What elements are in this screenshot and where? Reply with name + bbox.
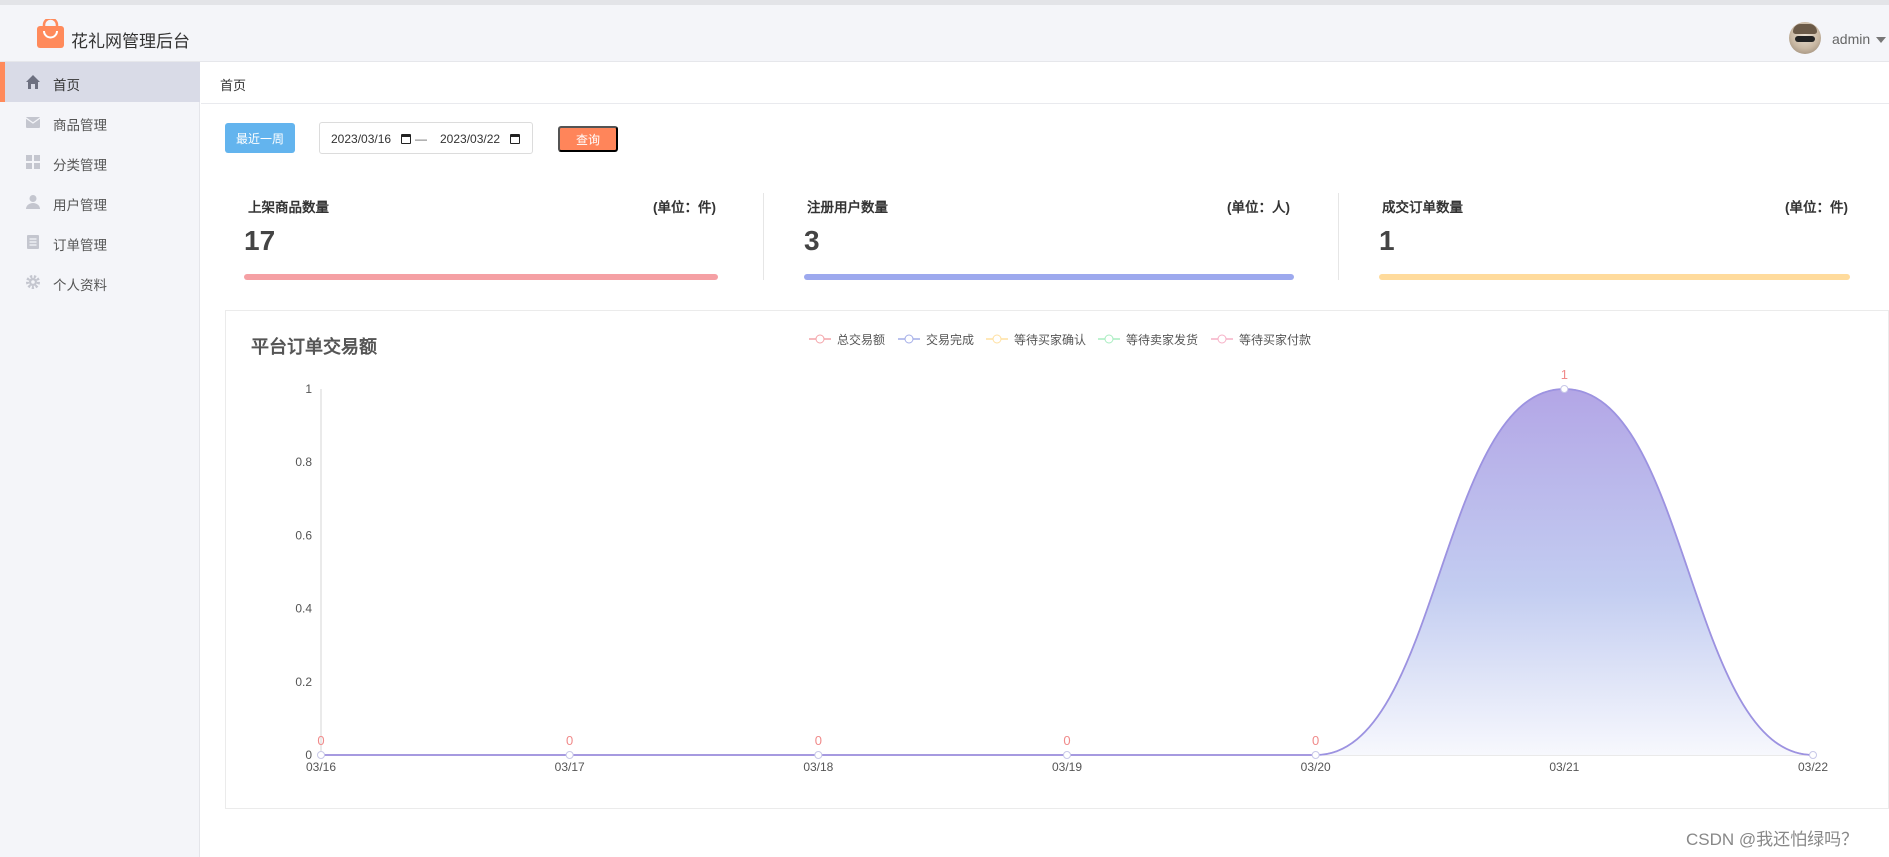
app-title: 花礼网管理后台	[71, 32, 190, 51]
y-tick-label: 1	[305, 382, 312, 396]
stat-value: 3	[804, 225, 820, 256]
data-point	[1809, 751, 1817, 759]
home-icon	[26, 75, 40, 89]
date-separator: —	[415, 132, 427, 146]
document-icon	[27, 235, 39, 249]
sidebar-item-label: 商品管理	[53, 118, 107, 133]
data-point	[1311, 751, 1320, 759]
data-label: 1	[1561, 367, 1568, 382]
watermark: CSDN @我还怕绿吗？	[1686, 830, 1859, 849]
sidebar-item-users[interactable]: 用户管理	[0, 182, 200, 222]
end-date-input[interactable]: 2023/03/22	[440, 132, 500, 146]
recent-week-button[interactable]: 最近一周	[225, 123, 295, 153]
sidebar-item-categories[interactable]: 分类管理	[0, 142, 200, 182]
calendar-icon[interactable]	[401, 134, 411, 144]
start-date-input[interactable]: 2023/03/16	[331, 132, 391, 146]
data-label: 0	[815, 733, 822, 748]
data-point	[565, 751, 574, 759]
shopping-bag-icon	[37, 19, 64, 48]
mail-icon	[25, 117, 41, 128]
series-area	[321, 389, 1813, 755]
data-label: 0	[1063, 733, 1070, 748]
x-tick-label: 03/21	[1549, 760, 1579, 774]
stat-unit: (单位：人)	[1227, 200, 1290, 215]
data-label: 0	[1312, 733, 1319, 748]
x-tick-label: 03/22	[1798, 760, 1828, 774]
x-tick-label: 03/19	[1052, 760, 1082, 774]
sidebar: 首页 商品管理 分类管理 用户管理 订单管理 个人资料	[0, 62, 200, 857]
data-point	[814, 751, 823, 759]
stat-unit: (单位：件)	[653, 200, 716, 215]
calendar-icon[interactable]	[510, 134, 520, 144]
y-tick-label: 0.8	[295, 455, 312, 469]
chart-card: 平台订单交易额 总交易额 交易完成 等待买家确认 等待卖家发货 等待买家付款 0…	[225, 310, 1889, 809]
stat-title: 注册用户数量	[807, 200, 888, 215]
stat-bar	[804, 274, 1294, 280]
app-header: 花礼网管理后台 admin	[0, 5, 1889, 62]
x-tick-label: 03/17	[555, 760, 585, 774]
stat-title: 上架商品数量	[248, 200, 329, 215]
area-chart: 0 0.2 0.4 0.6 0.8 1 03/16 03/17 03/18 03/19 03/20 0…	[295, 367, 1828, 774]
chevron-down-icon[interactable]	[1876, 37, 1886, 43]
stat-title: 成交订单数量	[1382, 200, 1463, 215]
query-button[interactable]: 查询	[558, 126, 618, 152]
stat-card-users: 注册用户数量 (单位：人) 3	[804, 190, 1294, 285]
sidebar-item-products[interactable]: 商品管理	[0, 102, 200, 142]
breadcrumb[interactable]: 首页	[220, 75, 246, 94]
x-tick-label: 03/18	[803, 760, 833, 774]
data-label: 0	[317, 733, 324, 748]
data-point	[1560, 385, 1569, 393]
avatar[interactable]	[1789, 22, 1821, 54]
stat-card-orders: 成交订单数量 (单位：件) 1	[1379, 190, 1850, 285]
stat-card-products: 上架商品数量 (单位：件) 17	[244, 190, 718, 285]
sidebar-item-label: 用户管理	[53, 198, 107, 213]
user-name[interactable]: admin	[1832, 31, 1870, 47]
stat-bar	[244, 274, 718, 280]
sidebar-item-profile[interactable]: 个人资料	[0, 262, 200, 302]
divider	[763, 193, 764, 280]
user-icon	[26, 195, 40, 209]
stat-unit: (单位：件)	[1785, 200, 1848, 215]
sidebar-item-home[interactable]: 首页	[0, 62, 200, 102]
stat-value: 17	[244, 225, 276, 256]
sidebar-item-label: 订单管理	[53, 238, 107, 253]
sidebar-item-label: 个人资料	[53, 278, 107, 293]
breadcrumb-bar: 首页	[201, 62, 1889, 104]
stat-bar	[1379, 274, 1850, 280]
data-point	[317, 751, 325, 759]
sidebar-item-orders[interactable]: 订单管理	[0, 222, 200, 262]
y-tick-label: 0.6	[295, 528, 312, 542]
x-tick-label: 03/20	[1301, 760, 1331, 774]
x-tick-label: 03/16	[306, 760, 336, 774]
data-point	[1063, 751, 1071, 759]
grid-icon	[26, 155, 40, 169]
sidebar-item-label: 首页	[53, 78, 80, 93]
y-tick-label: 0.4	[295, 602, 312, 616]
data-label: 0	[566, 733, 573, 748]
sidebar-item-label: 分类管理	[53, 158, 107, 173]
divider	[1338, 193, 1339, 280]
stat-value: 1	[1379, 225, 1395, 256]
date-range-picker[interactable]: 2023/03/16 — 2023/03/22	[319, 122, 533, 154]
y-tick-label: 0.2	[295, 675, 312, 689]
gear-icon	[26, 275, 40, 289]
